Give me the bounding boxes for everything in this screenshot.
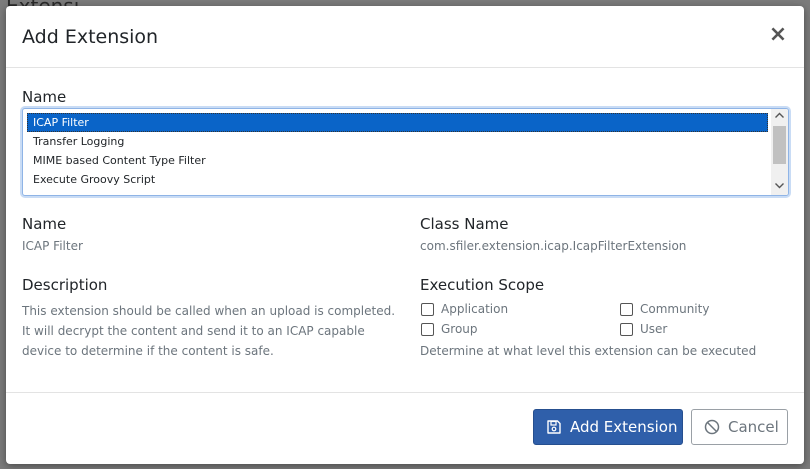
- add-extension-dialog: Add Extension × Name ICAP Filter Transfe…: [6, 6, 804, 464]
- add-extension-button[interactable]: Add Extension: [533, 409, 683, 445]
- checkbox-box[interactable]: [620, 303, 633, 316]
- checkbox-label: Group: [441, 322, 478, 336]
- checkbox-label: Community: [640, 302, 710, 316]
- scroll-up-arrow-icon[interactable]: [771, 109, 788, 124]
- listbox-option[interactable]: Transfer Logging: [27, 132, 768, 151]
- description-label: Description: [22, 276, 108, 294]
- close-icon: ×: [768, 22, 788, 47]
- name-detail-label: Name: [22, 215, 67, 233]
- checkbox-label: User: [640, 322, 668, 336]
- checkbox-box[interactable]: [421, 303, 434, 316]
- execution-scope-label: Execution Scope: [420, 276, 545, 294]
- checkbox-label: Application: [441, 302, 509, 316]
- listbox-option[interactable]: ICAP Filter: [27, 113, 768, 132]
- class-name-label: Class Name: [420, 215, 509, 233]
- listbox-option[interactable]: MIME based Content Type Filter: [27, 151, 768, 170]
- cancel-button-label: Cancel: [728, 418, 779, 436]
- save-icon: [546, 419, 562, 435]
- cancel-icon: [704, 419, 720, 435]
- scroll-down-arrow-icon[interactable]: [771, 180, 788, 195]
- checkbox-box[interactable]: [620, 323, 633, 336]
- listbox-option[interactable]: Execute Groovy Script: [27, 170, 768, 189]
- add-extension-button-label: Add Extension: [570, 418, 678, 436]
- cancel-button[interactable]: Cancel: [691, 409, 788, 445]
- scrollbar-thumb[interactable]: [773, 126, 786, 164]
- listbox-options: ICAP Filter Transfer Logging MIME based …: [27, 113, 768, 189]
- description-value: This extension should be called when an …: [22, 304, 396, 358]
- listbox-scrollbar[interactable]: [771, 109, 788, 195]
- dialog-title: Add Extension: [22, 26, 159, 48]
- dialog-header: Add Extension ×: [6, 6, 804, 68]
- name-detail-value: ICAP Filter: [22, 239, 83, 253]
- execution-scope-help: Determine at what level this extension c…: [420, 344, 757, 358]
- dialog-footer: Add Extension Cancel: [6, 392, 804, 464]
- checkbox-box[interactable]: [421, 323, 434, 336]
- name-select-label: Name: [22, 88, 67, 106]
- close-button[interactable]: ×: [768, 23, 788, 47]
- extension-name-listbox[interactable]: ICAP Filter Transfer Logging MIME based …: [22, 108, 789, 196]
- class-name-value: com.sfiler.extension.icap.IcapFilterExte…: [420, 239, 687, 253]
